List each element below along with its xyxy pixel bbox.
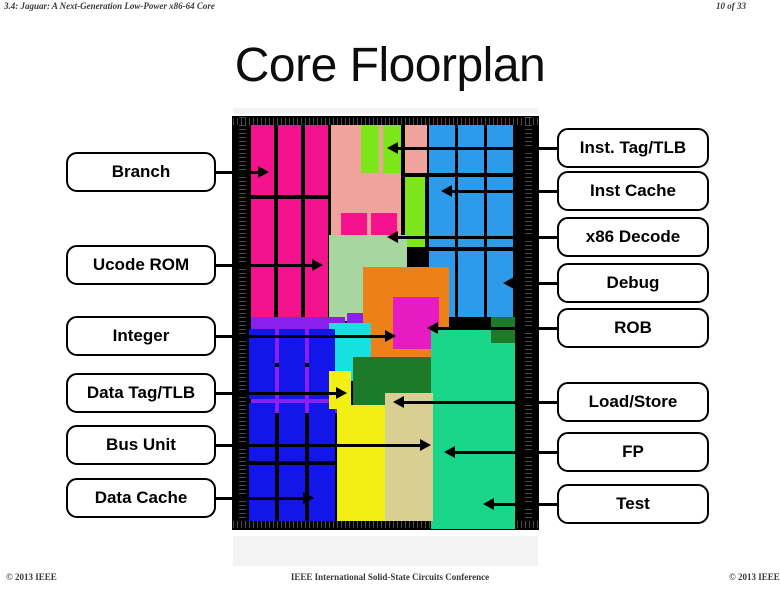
arrowhead-bus-unit: [420, 439, 431, 451]
callout-label: Branch: [111, 162, 171, 181]
callout-bus-unit[interactable]: Bus Unit: [66, 425, 216, 465]
arrowhead-x86-decode: [387, 231, 398, 243]
die-block-bottom-green-sliver: [491, 317, 515, 343]
arrowhead-load-store: [393, 396, 404, 408]
arrowhead-debug: [503, 277, 514, 289]
callout-test[interactable]: Test: [557, 484, 709, 524]
die-block-branch-array-3: [305, 125, 328, 195]
die-block-branch-array-1: [251, 125, 274, 195]
callout-inst-cache[interactable]: Inst Cache: [557, 171, 709, 211]
arrowhead-ucode-rom: [312, 259, 323, 271]
arrowhead-data-tag-tlb: [336, 387, 347, 399]
leader-line-data-tag-tlb: [216, 392, 336, 395]
callout-label: Bus Unit: [106, 435, 176, 454]
core-floorplan-die-photo: [233, 117, 538, 529]
leader-line-data-cache: [216, 497, 303, 500]
leader-line-integer: [216, 335, 385, 338]
leader-line-load-store: [404, 401, 557, 404]
die-block-datacache-col-6: [309, 403, 335, 461]
die-block-datacache-col-1: [249, 329, 275, 399]
leader-line-bus-unit: [216, 444, 420, 447]
footer-copyright-right: © 2013 IEEE: [729, 572, 780, 582]
die-block-branch-array-2: [278, 125, 301, 195]
die-block-datacache-col-4: [249, 403, 275, 461]
header-page-number: 10 of 33: [716, 1, 746, 11]
callout-label: Inst Cache: [590, 181, 676, 200]
leader-line-branch: [216, 171, 258, 174]
die-block-datacache-col-8: [279, 465, 305, 521]
arrowhead-integer: [385, 330, 396, 342]
pad-ring-top: [233, 118, 538, 125]
callout-label: ROB: [614, 318, 652, 337]
header-paper-title: 3.4: Jaguar: A Next-Generation Low-Power…: [4, 1, 215, 11]
arrowhead-fp: [444, 446, 455, 458]
leader-line-test: [494, 503, 557, 506]
callout-inst-tag-tlb[interactable]: Inst. Tag/TLB: [557, 128, 709, 168]
callout-label: Debug: [606, 273, 660, 292]
callout-integer[interactable]: Integer: [66, 316, 216, 356]
callout-label: Integer: [112, 326, 170, 345]
footer-conference-name: IEEE International Solid-State Circuits …: [290, 572, 490, 582]
die-block-branch-array-6: [305, 199, 328, 317]
die-block-datacache-col-2: [279, 329, 305, 399]
die-block-fp-spring-green: [431, 329, 515, 529]
arrowhead-test: [483, 498, 494, 510]
leader-line-fp: [455, 451, 557, 454]
callout-fp[interactable]: FP: [557, 432, 709, 472]
callout-label: Ucode ROM: [92, 255, 190, 274]
slide-footer: © 2013 IEEE IEEE International Solid-Sta…: [0, 572, 780, 586]
page-title: Core Floorplan: [234, 39, 546, 92]
arrowhead-branch: [258, 166, 269, 178]
die-block-branch-array-5: [278, 199, 301, 317]
callout-load-store[interactable]: Load/Store: [557, 382, 709, 422]
leader-line-inst-tag-tlb: [398, 147, 557, 150]
arrowhead-inst-tag-tlb: [387, 142, 398, 154]
die-block-inst-cache-col-8: [458, 251, 484, 317]
slide-guide-top: [233, 108, 538, 114]
leader-line-x86-decode: [398, 236, 557, 239]
callout-data-tag-tlb[interactable]: Data Tag/TLB: [66, 373, 216, 413]
callout-label: Data Cache: [94, 488, 188, 507]
callout-data-cache[interactable]: Data Cache: [66, 478, 216, 518]
slide-guide-bottom: [233, 536, 538, 566]
leader-line-inst-cache: [452, 190, 557, 193]
callout-x86-decode[interactable]: x86 Decode: [557, 217, 709, 257]
leader-line-debug: [514, 282, 557, 285]
callout-debug[interactable]: Debug: [557, 263, 709, 303]
pad-ring-right: [525, 117, 532, 529]
arrowhead-data-cache: [303, 492, 314, 504]
pad-ring-left: [239, 117, 246, 529]
callout-branch[interactable]: Branch: [66, 152, 216, 192]
callout-label: Inst. Tag/TLB: [579, 138, 687, 157]
callout-label: Data Tag/TLB: [86, 383, 196, 402]
die-block-datacache-col-5: [279, 403, 305, 461]
slide-header: 3.4: Jaguar: A Next-Generation Low-Power…: [0, 0, 780, 14]
die-block-inst-tag-green-3: [361, 125, 379, 173]
callout-label: FP: [622, 442, 644, 461]
callout-ucode-rom[interactable]: Ucode ROM: [66, 245, 216, 285]
leader-line-ucode-rom: [216, 264, 312, 267]
die-block-datacache-col-7: [249, 465, 275, 521]
callout-label: Load/Store: [588, 392, 678, 411]
arrowhead-inst-cache: [441, 185, 452, 197]
callout-rob[interactable]: ROB: [557, 308, 709, 348]
callout-label: Test: [616, 494, 650, 513]
die-block-loadstore-tan: [385, 393, 433, 521]
callout-label: x86 Decode: [585, 227, 681, 246]
die-block-busunit-yellow-col-1: [351, 467, 373, 521]
arrowhead-rob: [427, 322, 438, 334]
die-block-branch-array-4: [251, 199, 274, 317]
leader-line-rob: [438, 327, 557, 330]
